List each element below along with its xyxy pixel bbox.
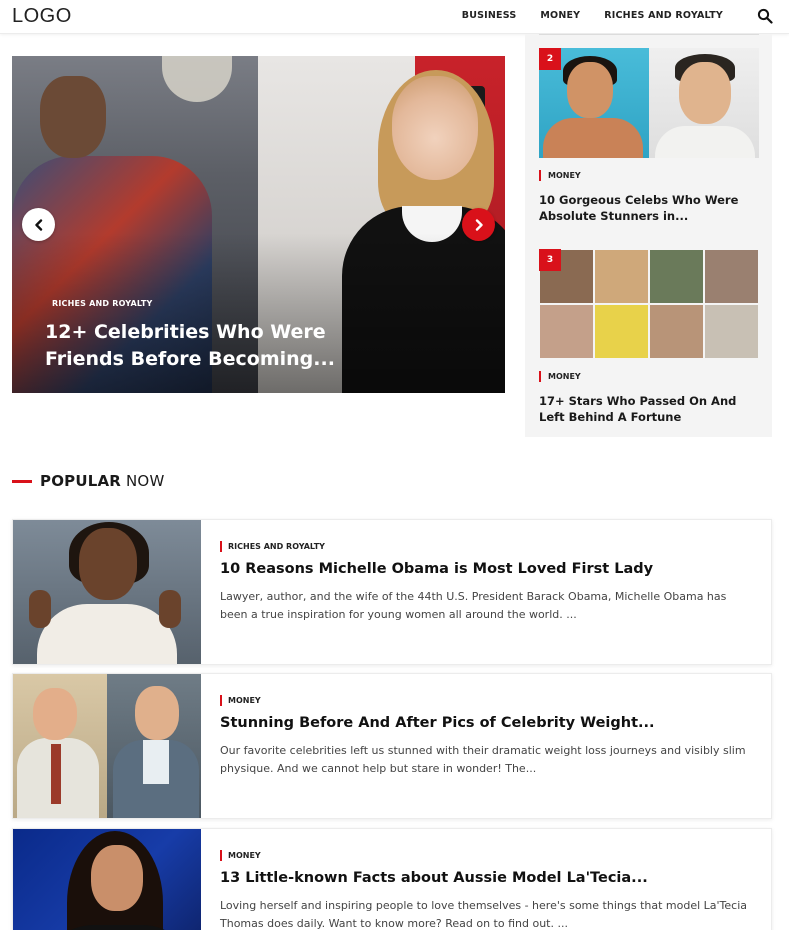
sidebar-thumbnail[interactable]: 3 [539,249,759,359]
rank-badge: 3 [539,249,561,271]
heading-accent-bar [12,479,32,483]
heading-rest: NOW [121,472,165,490]
popular-now-heading: POPULAR NOW [12,472,164,490]
rank-badge: 2 [539,48,561,70]
site-header: LOGO BUSINESS MONEY RICHES AND ROYALTY [0,0,789,34]
sidebar-item[interactable]: 2 MONEY 10 Gorgeous Celebs Who Were Abso… [539,48,759,224]
article-category[interactable]: RICHES AND ROYALTY [220,541,325,552]
sidebar-item-title[interactable]: 10 Gorgeous Celebs Who Were Absolute Stu… [539,192,749,224]
sidebar-item-category[interactable]: MONEY [539,170,759,181]
hero-slider[interactable]: RICHES AND ROYALTY 12+ Celebrities Who W… [12,56,505,393]
nav-item-business[interactable]: BUSINESS [462,10,517,21]
sidebar-divider [539,34,759,35]
hero-person-2-head [392,76,478,180]
hero-category[interactable]: RICHES AND ROYALTY [52,299,153,308]
sidebar-trending: 2 MONEY 10 Gorgeous Celebs Who Were Abso… [525,34,772,437]
article-thumbnail[interactable] [13,520,201,664]
nav-item-riches-and-royalty[interactable]: RICHES AND ROYALTY [604,10,723,21]
article-excerpt: Lawyer, author, and the wife of the 44th… [220,590,727,621]
article-excerpt: Our favorite celebrities left us stunned… [220,744,746,775]
popular-article-card[interactable]: RICHES AND ROYALTY 10 Reasons Michelle O… [12,519,772,665]
article-excerpt: Loving herself and inspiring people to l… [220,899,748,930]
sidebar-item[interactable]: 3 MONEY 17+ Stars Who Passed On And Left… [539,249,759,425]
popular-article-card[interactable]: MONEY Stunning Before And After Pics of … [12,673,772,819]
chevron-right-icon [475,218,483,231]
article-title[interactable]: Stunning Before And After Pics of Celebr… [220,715,655,731]
hero-title[interactable]: 12+ Celebrities Who Were Friends Before … [45,319,345,373]
article-title[interactable]: 13 Little-known Facts about Aussie Model… [220,870,648,886]
chevron-left-icon [34,218,42,231]
nav-item-money[interactable]: MONEY [540,10,580,21]
search-icon [757,8,773,24]
article-category[interactable]: MONEY [220,850,261,861]
article-thumbnail[interactable] [13,829,201,930]
popular-article-card[interactable]: MONEY 13 Little-known Facts about Aussie… [12,828,772,930]
hero-person-1-head [40,76,106,158]
article-thumbnail[interactable] [13,674,201,818]
search-button[interactable] [757,8,773,24]
heading-bold: POPULAR [40,472,122,490]
thumbnail-photo-collage [539,249,759,359]
article-title[interactable]: 10 Reasons Michelle Obama is Most Loved … [220,561,653,577]
sidebar-thumbnail[interactable]: 2 [539,48,759,158]
sidebar-item-title[interactable]: 17+ Stars Who Passed On And Left Behind … [539,393,749,425]
slider-prev-button[interactable] [22,208,55,241]
sidebar-item-category[interactable]: MONEY [539,371,759,382]
main-nav: BUSINESS MONEY RICHES AND ROYALTY [462,10,723,21]
slider-next-button[interactable] [462,208,495,241]
article-category[interactable]: MONEY [220,695,261,706]
thumbnail-photo-right [649,48,759,158]
site-logo[interactable]: LOGO [12,5,72,28]
